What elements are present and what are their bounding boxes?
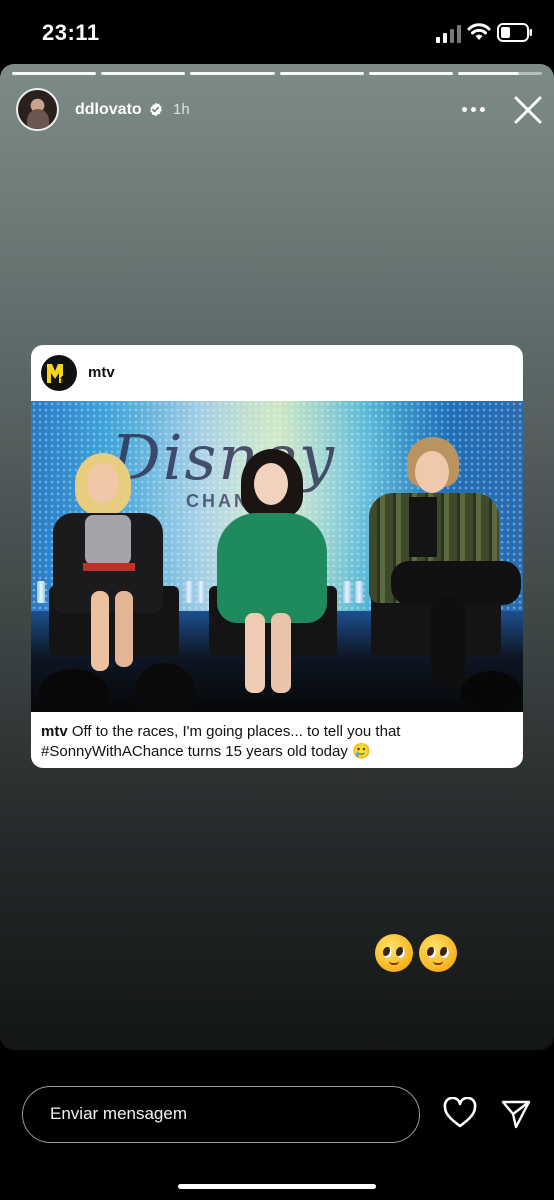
caption-username[interactable]: mtv <box>41 723 68 740</box>
person-center-leg <box>271 613 291 693</box>
person-left-belt <box>83 563 135 571</box>
svg-text:tv: tv <box>60 375 72 384</box>
person-right-face <box>415 451 449 493</box>
audience-head <box>461 671 521 712</box>
person-center-dress <box>217 513 327 623</box>
story-progress <box>12 72 543 76</box>
post-caption: mtv Off to the races, I'm going places..… <box>41 722 511 762</box>
pleading-face-emoji-icon <box>419 934 457 972</box>
audience-head <box>135 663 195 712</box>
battery-icon <box>497 23 532 42</box>
send-message-input[interactable]: Enviar mensagem <box>22 1086 420 1143</box>
signal-icon <box>436 25 461 43</box>
close-icon[interactable] <box>512 94 544 126</box>
person-right-shin <box>431 597 465 687</box>
bottle <box>355 581 363 603</box>
progress-segment <box>368 72 453 75</box>
person-center-face <box>254 463 288 505</box>
mtv-logo-avatar[interactable]: tv <box>41 355 77 391</box>
person-center-leg <box>245 613 265 693</box>
person-left-leg <box>91 591 109 671</box>
mtv-logo-icon: tv <box>47 364 72 384</box>
story-username[interactable]: ddlovato <box>75 101 142 119</box>
audience-head <box>39 669 109 712</box>
caption-text: Off to the races, I'm going places... to… <box>41 723 401 760</box>
person-left-leg <box>115 591 133 667</box>
send-icon[interactable] <box>500 1098 532 1130</box>
more-options-icon[interactable] <box>462 98 488 120</box>
shared-post-card[interactable]: tv mtv Disney CHANNEL <box>31 345 523 768</box>
progress-segment <box>190 72 275 75</box>
heart-icon[interactable] <box>443 1097 477 1129</box>
progress-segment-active <box>457 72 543 75</box>
verified-badge-icon <box>150 102 162 117</box>
person-right-tee <box>409 497 437 557</box>
pleading-face-emoji-icon <box>375 934 413 972</box>
progress-segment <box>101 72 186 75</box>
post-account-name[interactable]: mtv <box>88 364 115 381</box>
status-bar: 23:11 <box>0 0 554 64</box>
avatar[interactable] <box>16 88 59 131</box>
emoji-sticker <box>375 934 457 972</box>
progress-segment <box>279 72 364 75</box>
clock: 23:11 <box>42 20 100 45</box>
bottle <box>197 581 205 603</box>
bottle <box>37 581 45 603</box>
home-indicator[interactable] <box>178 1184 376 1189</box>
bottle <box>185 581 193 603</box>
person-left-face <box>87 463 119 503</box>
person-left-top <box>85 515 131 565</box>
bottle <box>343 581 351 603</box>
progress-segment <box>12 72 97 75</box>
story-timestamp: 1h <box>173 101 190 118</box>
story-viewer[interactable]: ddlovato 1h tv mtv Disney CHANNEL <box>0 64 554 1050</box>
wifi-icon <box>467 23 491 40</box>
post-photo: Disney CHANNEL <box>31 401 523 712</box>
